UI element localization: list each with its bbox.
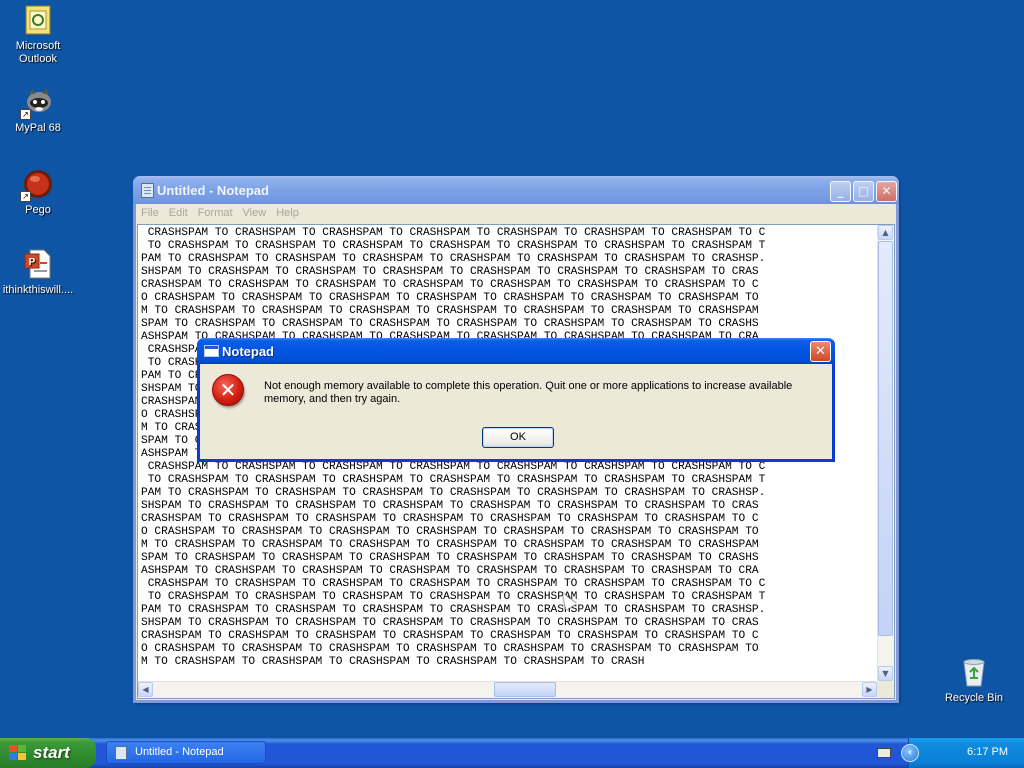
notepad-window-icon <box>204 345 219 357</box>
menu-file[interactable]: File <box>136 204 164 219</box>
scroll-up-icon[interactable]: ▲ <box>878 225 893 240</box>
keyboard-icon[interactable] <box>877 748 891 758</box>
text-line[interactable]: SPAM TO CRASHSPAM TO CRASHSPAM TO CRASHS… <box>141 552 873 565</box>
text-line[interactable]: CRASHSPAM TO CRASHSPAM TO CRASHSPAM TO C… <box>141 578 873 591</box>
window-title: Untitled - Notepad <box>157 183 269 198</box>
minimize-button[interactable]: _ <box>830 181 851 202</box>
horizontal-scrollbar[interactable]: ◀ ▶ <box>138 681 877 698</box>
desktop-icon-pego[interactable]: ↗ Pego <box>0 168 76 217</box>
desktop-icon-label: Outlook <box>19 53 57 65</box>
desktop-icon-label: Microsoft <box>15 40 61 52</box>
clock[interactable]: 6:17 PM <box>967 746 1008 758</box>
notepad-icon <box>115 746 127 760</box>
maximize-button[interactable]: □ <box>853 181 874 202</box>
text-line[interactable]: SHSPAM TO CRASHSPAM TO CRASHSPAM TO CRAS… <box>141 617 873 630</box>
error-icon: ✕ <box>212 374 244 406</box>
taskbar-item-notepad[interactable]: Untitled - Notepad <box>106 741 266 764</box>
show-hidden-icons-icon[interactable]: ‹ <box>901 744 919 762</box>
text-line[interactable]: CRASHSPAM TO CRASHSPAM TO CRASHSPAM TO C… <box>141 461 873 474</box>
text-line[interactable]: M TO CRASHSPAM TO CRASHSPAM TO CRASHSPAM… <box>141 539 873 552</box>
menu-format[interactable]: Format <box>193 204 238 219</box>
dialog-message: Not enough memory available to complete … <box>264 380 793 405</box>
size-grip[interactable] <box>877 681 894 698</box>
mypal-raccoon-icon: ↗ <box>20 86 54 120</box>
start-button[interactable]: start <box>0 738 96 768</box>
svg-text:P: P <box>29 257 36 268</box>
text-line[interactable]: M TO CRASHSPAM TO CRASHSPAM TO CRASHSPAM… <box>141 305 873 318</box>
desktop-icon-label: Recycle Bin <box>944 692 1004 704</box>
desktop-icon-recycle-bin[interactable]: Recycle Bin <box>936 656 1012 705</box>
windows-logo-icon <box>9 745 27 761</box>
outlook-icon <box>22 4 54 36</box>
text-line[interactable]: SPAM TO CRASHSPAM TO CRASHSPAM TO CRASHS… <box>141 318 873 331</box>
text-line[interactable]: O CRASHSPAM TO CRASHSPAM TO CRASHSPAM TO… <box>141 643 873 656</box>
scroll-right-icon[interactable]: ▶ <box>862 682 877 697</box>
vertical-scroll-thumb[interactable] <box>878 241 893 636</box>
menu-help[interactable]: Help <box>271 204 304 219</box>
desktop-icon-label: ithinkthiswill.... <box>2 284 74 296</box>
desktop-icon-label: MyPal 68 <box>15 122 61 134</box>
menu-bar: File Edit Format View Help <box>136 204 896 223</box>
text-line[interactable]: CRASHSPAM TO CRASHSPAM TO CRASHSPAM TO C… <box>141 630 873 643</box>
scroll-down-icon[interactable]: ▼ <box>878 666 893 681</box>
shortcut-arrow-icon: ↗ <box>20 191 31 202</box>
text-line[interactable]: ASHSPAM TO CRASHSPAM TO CRASHSPAM TO CRA… <box>141 565 873 578</box>
text-line[interactable]: O CRASHSPAM TO CRASHSPAM TO CRASHSPAM TO… <box>141 526 873 539</box>
text-line[interactable]: PAM TO CRASHSPAM TO CRASHSPAM TO CRASHSP… <box>141 604 873 617</box>
dialog-titlebar[interactable]: Notepad ✕ <box>197 338 835 364</box>
dialog-title: Notepad <box>222 344 274 359</box>
desktop-icon-outlook[interactable]: Microsoft Outlook <box>0 4 76 66</box>
notepad-icon <box>141 183 154 198</box>
taskbar: start Untitled - Notepad ‹ 6:17 PM <box>0 738 1024 768</box>
recycle-bin-icon <box>958 656 990 688</box>
dialog-close-button[interactable]: ✕ <box>810 341 831 362</box>
text-line[interactable]: CRASHSPAM TO CRASHSPAM TO CRASHSPAM TO C… <box>141 227 873 240</box>
start-label: start <box>33 743 70 762</box>
error-dialog[interactable]: Notepad ✕ ✕ Not enough memory available … <box>197 338 835 462</box>
notepad-titlebar[interactable]: Untitled - Notepad _ □ ✕ <box>133 176 899 204</box>
close-button[interactable]: ✕ <box>876 181 897 202</box>
pego-icon: ↗ <box>20 168 54 202</box>
desktop-icon-mypal[interactable]: ↗ MyPal 68 <box>0 86 76 135</box>
text-line[interactable]: CRASHSPAM TO CRASHSPAM TO CRASHSPAM TO C… <box>141 279 873 292</box>
desktop-icon-label: Pego <box>25 204 51 216</box>
menu-edit[interactable]: Edit <box>164 204 193 219</box>
powerpoint-file-icon: P <box>22 248 54 280</box>
text-line[interactable]: PAM TO CRASHSPAM TO CRASHSPAM TO CRASHSP… <box>141 487 873 500</box>
text-line[interactable]: SHSPAM TO CRASHSPAM TO CRASHSPAM TO CRAS… <box>141 266 873 279</box>
shortcut-arrow-icon: ↗ <box>20 109 31 120</box>
text-line[interactable]: M TO CRASHSPAM TO CRASHSPAM TO CRASHSPAM… <box>141 656 873 669</box>
text-line[interactable]: TO CRASHSPAM TO CRASHSPAM TO CRASHSPAM T… <box>141 240 873 253</box>
text-line[interactable]: CRASHSPAM TO CRASHSPAM TO CRASHSPAM TO C… <box>141 513 873 526</box>
taskbar-item-label: Untitled - Notepad <box>135 746 224 758</box>
vertical-scrollbar[interactable]: ▲ ▼ <box>877 225 894 681</box>
text-line[interactable]: SHSPAM TO CRASHSPAM TO CRASHSPAM TO CRAS… <box>141 500 873 513</box>
text-line[interactable]: O CRASHSPAM TO CRASHSPAM TO CRASHSPAM TO… <box>141 292 873 305</box>
text-line[interactable]: PAM TO CRASHSPAM TO CRASHSPAM TO CRASHSP… <box>141 253 873 266</box>
text-line[interactable]: TO CRASHSPAM TO CRASHSPAM TO CRASHSPAM T… <box>141 591 873 604</box>
ok-button[interactable]: OK <box>482 427 554 448</box>
desktop-icon-ppt-file[interactable]: P ithinkthiswill.... <box>0 248 76 297</box>
system-tray: ‹ 6:17 PM <box>877 738 1024 768</box>
text-line[interactable]: TO CRASHSPAM TO CRASHSPAM TO CRASHSPAM T… <box>141 474 873 487</box>
menu-view[interactable]: View <box>238 204 272 219</box>
scroll-left-icon[interactable]: ◀ <box>138 682 153 697</box>
horizontal-scroll-thumb[interactable] <box>494 682 556 697</box>
